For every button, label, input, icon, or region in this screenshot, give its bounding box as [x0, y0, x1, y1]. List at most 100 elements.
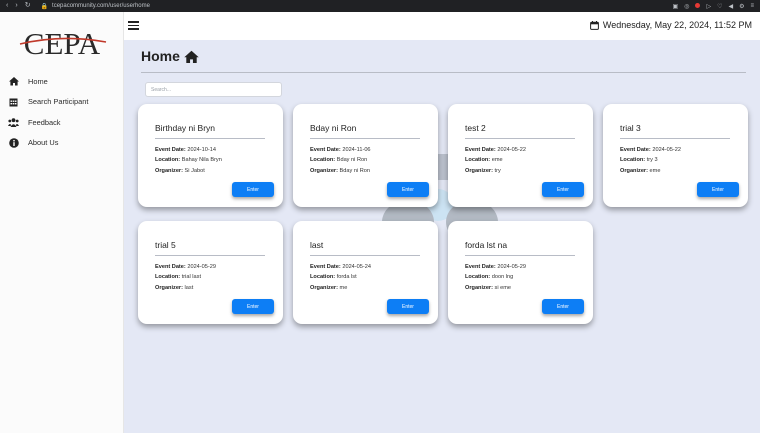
- event-location-row: Location: forda lst: [310, 274, 357, 280]
- card-divider: [465, 138, 575, 139]
- event-date-label: Event Date:: [155, 147, 186, 153]
- svg-text:CEPA: CEPA: [24, 26, 101, 60]
- extension-icon[interactable]: ▣: [673, 3, 679, 10]
- datetime-display: Wednesday, May 22, 2024, 11:52 PM: [590, 20, 752, 30]
- event-organizer-row: Organizer: Bday ni Ron: [310, 168, 370, 174]
- card-divider: [620, 138, 730, 139]
- card-divider: [310, 138, 420, 139]
- url-text: tcepacommunity.com/user/userhome: [52, 3, 150, 9]
- event-date-value: 2024-05-22: [497, 147, 526, 153]
- event-date-label: Event Date:: [310, 147, 341, 153]
- enter-button[interactable]: Enter: [387, 299, 429, 314]
- event-organizer-row: Organizer: last: [155, 285, 193, 291]
- card-divider: [465, 255, 575, 256]
- event-location-label: Location:: [310, 274, 336, 280]
- camera-icon[interactable]: ◎: [684, 3, 689, 10]
- event-location-value: Bday ni Ron: [336, 157, 368, 163]
- menu-icon[interactable]: ≡: [750, 3, 754, 10]
- event-organizer-row: Organizer: eme: [620, 168, 660, 174]
- event-card: last Event Date: 2024-05-24 Location: fo…: [293, 221, 438, 324]
- browser-extensions: ▣ ◎ ▷ ♡ ◀ ⚙ ≡: [673, 2, 754, 10]
- reload-icon[interactable]: ↻: [25, 0, 31, 12]
- play-icon[interactable]: ▷: [706, 3, 711, 10]
- sidebar-item-label: Feedback: [28, 117, 61, 127]
- event-date-value: 2024-11-06: [342, 147, 371, 153]
- datetime-text: Wednesday, May 22, 2024, 11:52 PM: [602, 20, 752, 30]
- event-date-value: 2024-05-24: [342, 264, 371, 270]
- event-date-label: Event Date:: [620, 147, 651, 153]
- event-title: test 2: [465, 123, 486, 133]
- event-date-row: Event Date: 2024-10-14: [155, 147, 216, 153]
- event-date-row: Event Date: 2024-05-24: [310, 264, 371, 270]
- browser-nav: ‹ › ↻: [6, 0, 31, 12]
- event-date-row: Event Date: 2024-11-06: [310, 147, 371, 153]
- lock-icon: 🔒: [40, 3, 49, 10]
- event-card: forda lst na Event Date: 2024-05-29 Loca…: [448, 221, 593, 324]
- sidebar-item-home[interactable]: Home: [0, 71, 124, 92]
- event-date-value: 2024-05-29: [187, 264, 216, 270]
- event-location-row: Location: eme: [465, 157, 503, 163]
- event-location-value: try 3: [646, 157, 658, 163]
- page-title: Home: [141, 48, 199, 64]
- event-date-label: Event Date:: [465, 264, 496, 270]
- sidebar-item-label: About Us: [28, 138, 59, 148]
- enter-button[interactable]: Enter: [542, 299, 584, 314]
- event-date-row: Event Date: 2024-05-22: [465, 147, 526, 153]
- sidebar-item-feedback[interactable]: Feedback: [0, 112, 124, 133]
- event-location-label: Location:: [620, 157, 646, 163]
- event-organizer-value: last: [184, 285, 194, 291]
- event-organizer-row: Organizer: try: [465, 168, 501, 174]
- event-organizer-value: me: [339, 285, 348, 291]
- heart-icon[interactable]: ♡: [717, 3, 722, 10]
- event-location-label: Location:: [310, 157, 336, 163]
- event-card: trial 5 Event Date: 2024-05-29 Location:…: [138, 221, 283, 324]
- enter-button[interactable]: Enter: [232, 299, 274, 314]
- event-date-value: 2024-05-29: [497, 264, 526, 270]
- event-location-label: Location:: [155, 274, 181, 280]
- event-date-row: Event Date: 2024-05-22: [620, 147, 681, 153]
- title-divider: [141, 72, 746, 73]
- enter-button[interactable]: Enter: [542, 182, 584, 197]
- record-icon[interactable]: [695, 2, 701, 8]
- home-icon: [184, 50, 199, 63]
- users-icon: [8, 117, 19, 128]
- event-organizer-label: Organizer:: [310, 285, 338, 291]
- browser-toolbar: ‹ › ↻ 🔒 tcepacommunity.com/user/userhome…: [0, 0, 760, 12]
- enter-button[interactable]: Enter: [232, 182, 274, 197]
- sidebar-item-label: Search Participant: [28, 97, 89, 107]
- event-card: Birthday ni Bryn Event Date: 2024-10-14 …: [138, 104, 283, 207]
- event-title: forda lst na: [465, 240, 508, 250]
- page-title-text: Home: [141, 48, 180, 64]
- event-location-label: Location:: [155, 157, 181, 163]
- event-organizer-label: Organizer:: [620, 168, 648, 174]
- event-card: Bday ni Ron Event Date: 2024-11-06 Locat…: [293, 104, 438, 207]
- event-date-label: Event Date:: [465, 147, 496, 153]
- hamburger-menu-icon[interactable]: [128, 21, 139, 30]
- event-date-row: Event Date: 2024-05-29: [155, 264, 216, 270]
- settings-icon[interactable]: ⚙: [739, 3, 744, 10]
- event-organizer-value: Bday ni Ron: [339, 168, 371, 174]
- home-icon: [8, 76, 19, 87]
- logo: CEPA: [19, 26, 107, 60]
- volume-icon[interactable]: ◀: [728, 3, 733, 10]
- calendar-icon: [8, 96, 19, 107]
- card-divider: [310, 255, 420, 256]
- forward-icon[interactable]: ›: [15, 0, 17, 12]
- address-bar[interactable]: 🔒 tcepacommunity.com/user/userhome: [41, 3, 150, 10]
- event-organizer-label: Organizer:: [155, 168, 183, 174]
- event-location-row: Location: trial last: [155, 274, 201, 280]
- enter-button[interactable]: Enter: [697, 182, 739, 197]
- event-organizer-label: Organizer:: [465, 285, 493, 291]
- event-card: test 2 Event Date: 2024-05-22 Location: …: [448, 104, 593, 207]
- event-location-value: eme: [491, 157, 503, 163]
- info-icon: [8, 137, 19, 148]
- event-organizer-row: Organizer: si eme: [465, 285, 511, 291]
- event-location-row: Location: doon lng: [465, 274, 513, 280]
- enter-button[interactable]: Enter: [387, 182, 429, 197]
- back-icon[interactable]: ‹: [6, 0, 8, 12]
- sidebar-item-about-us[interactable]: About Us: [0, 133, 124, 154]
- search-input[interactable]: [145, 82, 282, 97]
- event-date-label: Event Date:: [310, 264, 341, 270]
- event-location-value: Bahay Nila Bryn: [181, 157, 222, 163]
- sidebar-item-search-participant[interactable]: Search Participant: [0, 92, 124, 113]
